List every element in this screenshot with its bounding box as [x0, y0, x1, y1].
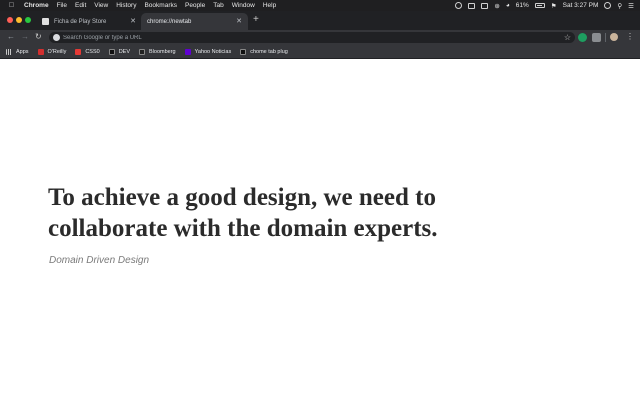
menu-history[interactable]: History	[116, 2, 136, 9]
bookmark-label: CSS0	[85, 48, 100, 55]
bookmark-label: chome tab plug	[250, 48, 288, 55]
profile-avatar[interactable]	[610, 33, 618, 41]
menu-tab[interactable]: Tab	[213, 2, 223, 9]
bookmark-label: Bloomberg	[149, 48, 176, 55]
menu-view[interactable]: View	[94, 2, 108, 9]
reload-icon[interactable]: ↻	[35, 32, 42, 41]
extension-grey-icon[interactable]	[592, 33, 601, 42]
minimize-window-button[interactable]	[16, 17, 22, 23]
bookmark-bloomberg[interactable]: Bloomberg	[139, 48, 176, 55]
bookmark-label: DEV	[118, 48, 131, 55]
back-arrow-icon[interactable]: ←	[7, 32, 15, 41]
user-icon[interactable]	[604, 2, 612, 9]
flag-icon[interactable]: ⚑	[551, 2, 557, 10]
new-tab-button[interactable]: +	[253, 14, 259, 25]
menu-edit[interactable]: Edit	[75, 2, 86, 9]
quote-source: Domain Driven Design	[49, 255, 150, 266]
wifi-icon[interactable]: ◕	[506, 2, 510, 9]
menu-window[interactable]: Window	[232, 2, 255, 9]
bookmark-label: O'Reilly	[47, 48, 67, 55]
apple-icon[interactable]: 	[8, 2, 15, 9]
clock[interactable]: Sat 3:27 PM	[563, 2, 599, 9]
tab-close-icon[interactable]: ✕	[236, 17, 242, 25]
apps-grid-icon	[6, 48, 12, 55]
quote-text: To achieve a good design, we need to col…	[48, 182, 568, 244]
new-tab-page: To achieve a good design, we need to col…	[0, 60, 640, 400]
bookmark-star-icon[interactable]: ☆	[564, 33, 571, 42]
tab-newtab[interactable]: chrome://newtab ✕	[141, 13, 248, 30]
bookmark-dev[interactable]: DEV	[108, 48, 131, 55]
extension-green-icon[interactable]	[578, 33, 587, 42]
screen-icon[interactable]	[468, 2, 476, 9]
tab-close-icon[interactable]: ✕	[130, 17, 136, 25]
tab-title: Ficha de Play Store	[54, 18, 107, 25]
oreilly-icon	[37, 48, 44, 55]
browser-toolbar: ← → ↻ ☆ ⋮	[0, 30, 640, 45]
bluetooth-icon[interactable]: ⊛	[494, 2, 499, 10]
omnibox-input[interactable]	[63, 32, 543, 43]
css-icon	[75, 48, 82, 55]
bookmark-oreilly[interactable]: O'Reilly	[37, 48, 67, 55]
menubar-status-area: ⊛ ◕ 61% ⚑ Sat 3:27 PM ⚲ ☰	[449, 0, 634, 11]
battery-percent: 61%	[515, 2, 529, 9]
menu-app-name[interactable]: Chrome	[24, 2, 49, 9]
yahoo-icon	[184, 48, 191, 55]
bookmark-label: Yahoo Noticias	[194, 48, 232, 55]
google-icon	[53, 34, 60, 41]
list-icon[interactable]: ☰	[628, 2, 634, 10]
close-window-button[interactable]	[7, 17, 13, 23]
menu-help[interactable]: Help	[263, 2, 276, 9]
tab-play-store[interactable]: Ficha de Play Store ✕	[36, 13, 142, 30]
quote-line: To achieve a good design, we need to	[48, 184, 436, 211]
tab-title: chrome://newtab	[147, 18, 192, 25]
bookmark-yahoo[interactable]: Yahoo Noticias	[184, 48, 232, 55]
menu-people[interactable]: People	[185, 2, 205, 9]
play-store-favicon-icon	[42, 18, 49, 25]
battery-icon[interactable]	[534, 3, 545, 8]
macos-menu-bar:  Chrome File Edit View History Bookmark…	[0, 0, 640, 11]
quote-line: collaborate with the domain experts.	[48, 215, 438, 242]
tab-strip: Ficha de Play Store ✕ chrome://newtab ✕ …	[0, 11, 640, 30]
zoom-window-button[interactable]	[25, 17, 31, 23]
bookmark-apps[interactable]: Apps	[6, 48, 29, 55]
airplay-icon[interactable]	[481, 2, 489, 9]
forward-arrow-icon[interactable]: →	[21, 32, 29, 41]
toolbar-divider	[605, 33, 606, 42]
bookmark-chome-tab-plug[interactable]: chome tab plug	[240, 48, 288, 55]
menu-kebab-icon[interactable]: ⋮	[626, 32, 634, 41]
address-bar[interactable]: ☆	[49, 32, 575, 43]
dev-icon	[108, 48, 115, 55]
bloomberg-icon	[139, 48, 146, 55]
search-icon[interactable]: ⚲	[617, 2, 622, 10]
bookmarks-bar: Apps O'Reilly CSS0 DEV Bloomberg Yahoo N…	[0, 45, 640, 59]
menu-bookmarks[interactable]: Bookmarks	[144, 2, 177, 9]
medium-icon	[240, 48, 247, 55]
bookmark-css0[interactable]: CSS0	[75, 48, 100, 55]
bookmark-label: Apps	[16, 48, 29, 55]
status-app-icon[interactable]	[455, 2, 463, 9]
menu-file[interactable]: File	[57, 2, 67, 9]
